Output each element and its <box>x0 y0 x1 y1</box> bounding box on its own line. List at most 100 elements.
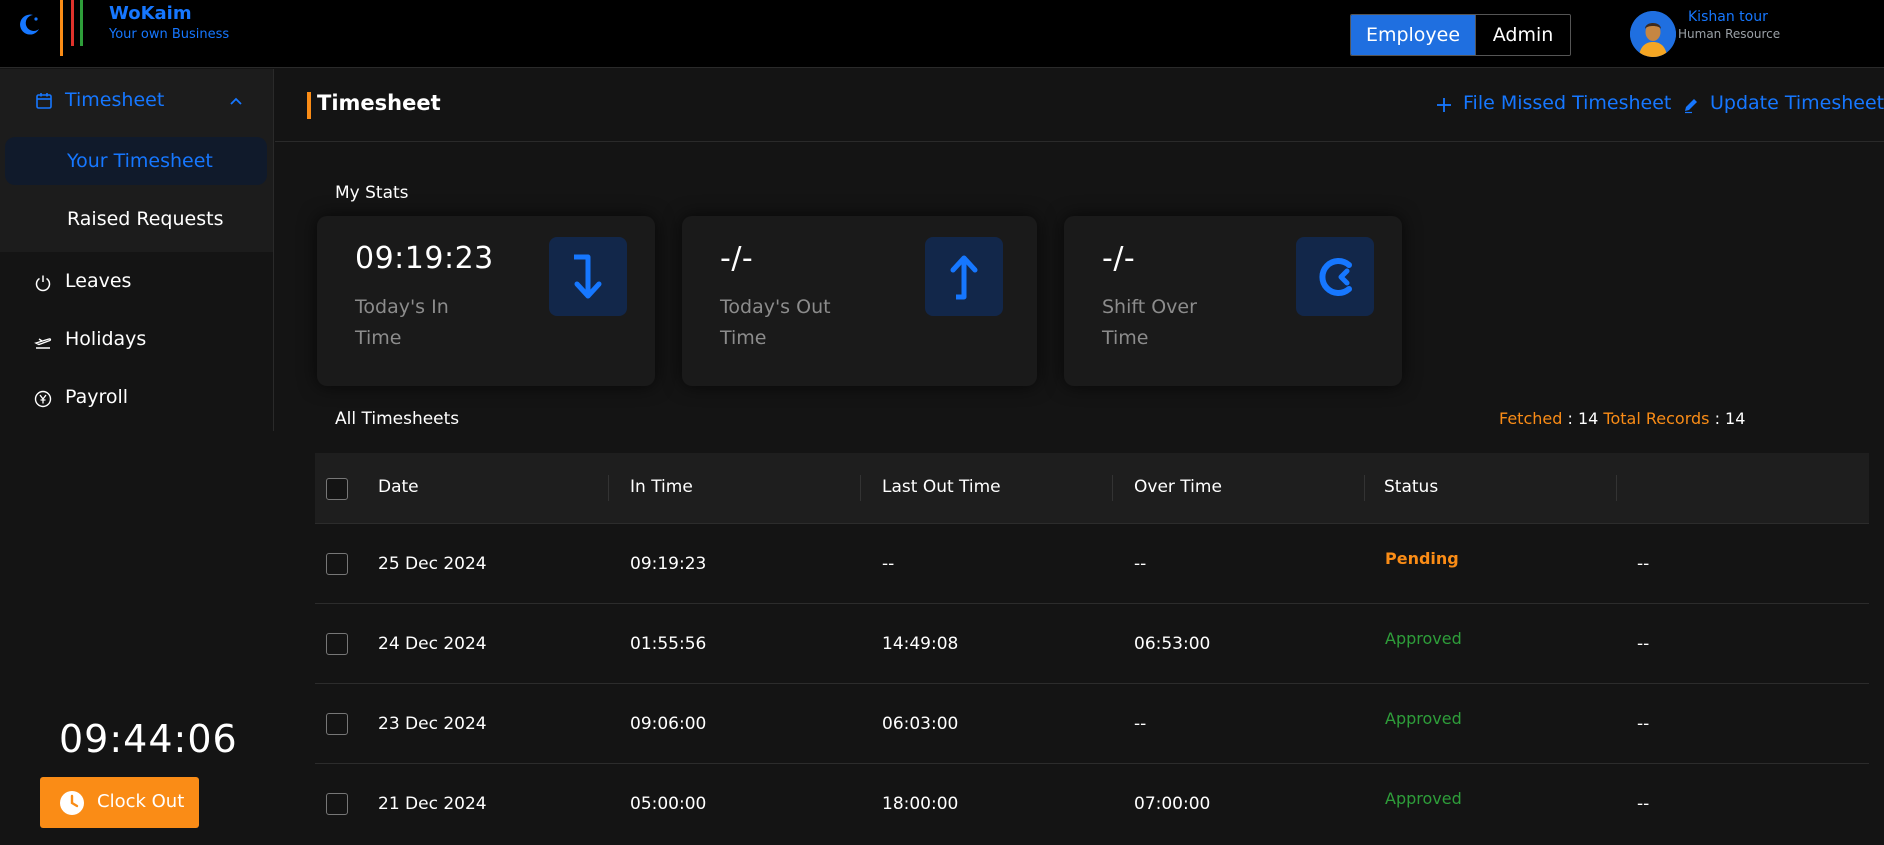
total-records-label: Total Records <box>1603 409 1710 428</box>
file-missed-timesheet-label: File Missed Timesheet <box>1463 92 1672 114</box>
arrow-down-icon <box>574 254 602 299</box>
column-divider[interactable] <box>1112 475 1113 501</box>
cell-in-time: 09:06:00 <box>630 714 707 734</box>
column-divider[interactable] <box>1616 475 1617 501</box>
stat-label: Today's In Time <box>355 296 449 349</box>
brand-tagline: Your own Business <box>109 27 230 42</box>
all-timesheets-heading: All Timesheets <box>335 409 460 429</box>
total-records-count: 14 <box>1725 409 1746 428</box>
status-badge: Approved <box>1385 709 1462 728</box>
sidebar-item-timesheet[interactable]: Timesheet <box>0 81 273 121</box>
table-row[interactable]: 24 Dec 2024 01:55:56 14:49:08 06:53:00 A… <box>315 604 1869 684</box>
table-row[interactable]: 25 Dec 2024 09:19:23 -- -- Pending -- <box>315 524 1869 604</box>
cell-date: 23 Dec 2024 <box>378 714 487 734</box>
cell-last-out-time: 06:03:00 <box>882 714 959 734</box>
table-row[interactable]: 21 Dec 2024 05:00:00 18:00:00 07:00:00 A… <box>315 764 1869 834</box>
stat-card-over-time: -/- Shift Over Time <box>1064 216 1402 386</box>
plus-icon <box>1437 98 1451 112</box>
column-divider[interactable] <box>860 475 861 501</box>
admin-role-button[interactable]: Admin <box>1475 15 1570 55</box>
status-badge: Approved <box>1385 629 1462 648</box>
pencil-icon <box>1685 99 1697 114</box>
cell-over-time: 07:00:00 <box>1134 794 1211 814</box>
stat-value: -/- <box>1102 241 1136 276</box>
chevron-up-icon[interactable] <box>228 93 244 109</box>
cell-date: 21 Dec 2024 <box>378 794 487 814</box>
update-timesheet-button[interactable]: Update Timesheet <box>1682 92 1884 118</box>
column-header-last-out-time[interactable]: Last Out Time <box>882 477 1001 497</box>
logo-stripe-orange <box>60 0 63 56</box>
cell-extra: -- <box>1637 634 1650 654</box>
stat-icon-box <box>925 237 1003 316</box>
cell-over-time: -- <box>1134 554 1147 574</box>
cell-over-time: -- <box>1134 714 1147 734</box>
my-stats-heading: My Stats <box>335 183 409 203</box>
page-header: Timesheet File Missed Timesheet Update T… <box>275 69 1884 142</box>
sidebar-item-label: Timesheet <box>65 89 165 111</box>
avatar[interactable] <box>1630 11 1676 57</box>
title-accent-bar <box>307 92 311 119</box>
fetched-count: 14 <box>1577 409 1599 428</box>
user-name[interactable]: Kishan tour <box>1688 9 1768 25</box>
row-checkbox[interactable] <box>326 793 348 815</box>
row-checkbox[interactable] <box>326 713 348 735</box>
row-checkbox[interactable] <box>326 633 348 655</box>
sidebar: Timesheet Your Timesheet Raised Requests… <box>0 69 274 431</box>
column-header-status[interactable]: Status <box>1384 477 1438 497</box>
role-toggle: Employee Admin <box>1350 14 1571 56</box>
sidebar-item-your-timesheet[interactable]: Your Timesheet <box>5 137 267 185</box>
row-checkbox[interactable] <box>326 553 348 575</box>
cell-last-out-time: -- <box>882 554 895 574</box>
top-bar: WoKaim Your own Business Employee Admin … <box>0 0 1884 68</box>
cell-over-time: 06:53:00 <box>1134 634 1211 654</box>
status-badge: Approved <box>1385 789 1462 808</box>
user-avatar-icon <box>1630 11 1676 57</box>
moon-logo-icon <box>20 14 39 35</box>
employee-role-button[interactable]: Employee <box>1351 15 1475 55</box>
stat-icon-box <box>549 237 627 316</box>
sidebar-item-label: Payroll <box>65 386 129 408</box>
stat-label: Shift Over Time <box>1102 296 1197 349</box>
cell-date: 25 Dec 2024 <box>378 554 487 574</box>
sidebar-item-raised-requests[interactable]: Raised Requests <box>5 195 267 243</box>
column-header-in-time[interactable]: In Time <box>630 477 693 497</box>
cell-last-out-time: 18:00:00 <box>882 794 959 814</box>
sidebar-item-label: Holidays <box>65 328 147 350</box>
clock-icon <box>60 791 84 815</box>
plane-icon <box>34 338 52 349</box>
column-divider[interactable] <box>608 475 609 501</box>
live-clock: 09:44:06 <box>59 717 238 761</box>
sidebar-item-label: Leaves <box>65 270 132 292</box>
table-row[interactable]: 23 Dec 2024 09:06:00 06:03:00 -- Approve… <box>315 684 1869 764</box>
fetched-label: Fetched <box>1499 409 1563 428</box>
calendar-icon <box>36 93 52 109</box>
cell-extra: -- <box>1637 714 1650 734</box>
update-timesheet-label: Update Timesheet <box>1710 92 1884 114</box>
sidebar-item-holidays[interactable]: Holidays <box>0 319 273 363</box>
stat-value: 09:19:23 <box>355 241 494 276</box>
logo-stripe-red <box>71 0 74 46</box>
stat-icon-box <box>1296 237 1374 316</box>
sidebar-item-leaves[interactable]: Leaves <box>0 261 273 305</box>
page-title: Timesheet <box>317 91 441 115</box>
clock-icon <box>1319 258 1352 296</box>
cell-in-time: 05:00:00 <box>630 794 707 814</box>
cell-extra: -- <box>1637 794 1650 814</box>
column-header-over-time[interactable]: Over Time <box>1134 477 1222 497</box>
clock-out-button[interactable]: Clock Out <box>40 777 199 828</box>
cell-date: 24 Dec 2024 <box>378 634 487 654</box>
brand-name: WoKaim <box>109 3 192 24</box>
column-header-date[interactable]: Date <box>378 477 419 497</box>
stat-card-in-time: 09:19:23 Today's In Time <box>317 216 655 386</box>
sidebar-group-timesheet: Timesheet Your Timesheet Raised Requests <box>0 69 273 252</box>
column-divider[interactable] <box>1364 475 1365 501</box>
sidebar-item-payroll[interactable]: Payroll <box>0 377 273 421</box>
user-role: Human Resource <box>1678 27 1781 41</box>
cell-in-time: 01:55:56 <box>630 634 707 654</box>
select-all-checkbox[interactable] <box>326 478 348 500</box>
cell-extra: -- <box>1637 554 1650 574</box>
file-missed-timesheet-button[interactable]: File Missed Timesheet <box>1435 92 1671 118</box>
cell-last-out-time: 14:49:08 <box>882 634 959 654</box>
status-badge: Pending <box>1385 549 1459 568</box>
clock-out-label: Clock Out <box>97 791 185 812</box>
